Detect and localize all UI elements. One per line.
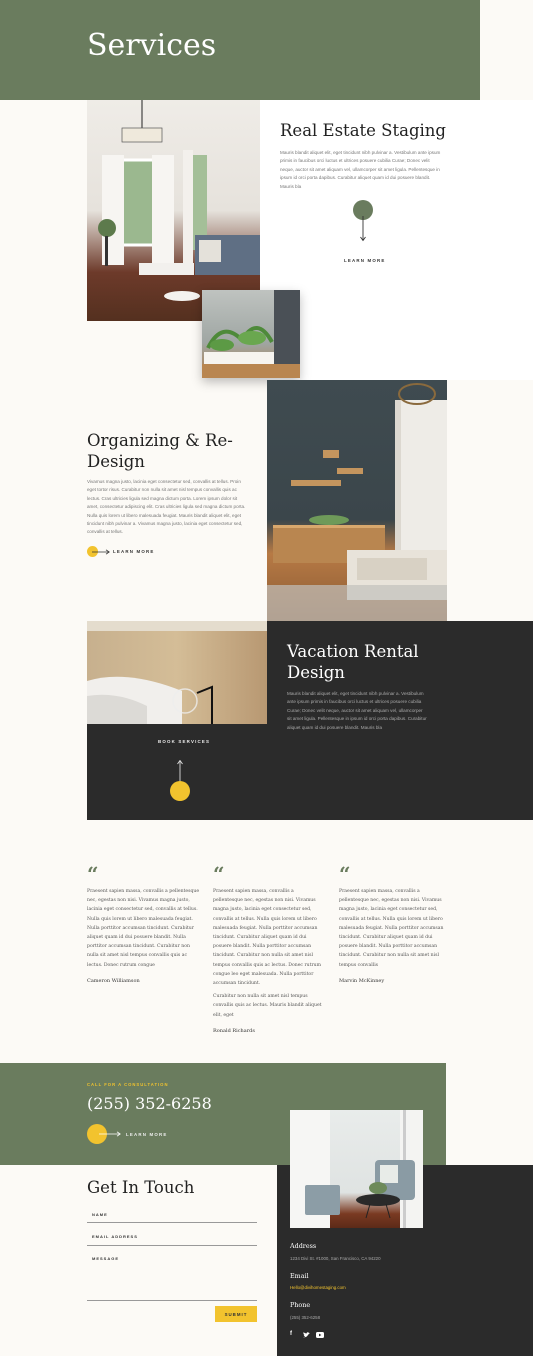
arrow-right-icon (99, 1131, 121, 1137)
testimonial-text: Praesent sapien massa, convallis a pelle… (339, 889, 444, 968)
address-value: 1234 Divi St. #1000, San Francisco, CA 9… (290, 1256, 381, 1261)
phone-value: (255) 352-6258 (290, 1315, 321, 1320)
testimonial-author: Ronald Richards (213, 1027, 255, 1034)
book-services-link[interactable]: BOOK SERVICES (158, 739, 210, 744)
plant-shelf-image (202, 290, 300, 378)
arrow-right-icon (92, 548, 110, 555)
consult-phone[interactable]: (255) 352-6258 (87, 1094, 212, 1113)
testimonial-1: “ Praesent sapien massa, convallis a pel… (87, 864, 202, 984)
service-2-text: Vivamus magna justo, lacinia eget consec… (87, 479, 246, 535)
youtube-icon[interactable] (316, 1332, 324, 1338)
email-label: EMAIL ADDRESS (92, 1234, 138, 1239)
testimonial-text-2: Curabitur non nulla sit amet nisl tempus… (213, 994, 322, 1018)
bedroom-image (267, 380, 447, 621)
email-heading: Email (290, 1272, 309, 1280)
service-3-arrow[interactable] (170, 760, 190, 802)
testimonial-3: “ Praesent sapien massa, convallis a pel… (339, 864, 451, 984)
service-1-panel (260, 100, 533, 380)
service-1-arrow[interactable] (353, 200, 373, 244)
service-2-title: Organizing & Re-Design (87, 431, 233, 471)
page-title: Services (87, 28, 217, 63)
service-2-arrow[interactable] (87, 546, 110, 558)
service-3-text: Mauris blandit aliquet elit, eget tincid… (287, 691, 427, 730)
consult-arrow[interactable] (87, 1124, 121, 1144)
contact-title: Get In Touch (87, 1178, 195, 1197)
social-links: f (290, 1331, 330, 1339)
quote-icon: “ (87, 862, 99, 886)
service-3-title: Vacation Rental Design (287, 642, 419, 682)
facebook-icon[interactable]: f (290, 1331, 292, 1337)
testimonial-author: Cameron Williamson (87, 977, 140, 984)
message-field[interactable] (87, 1300, 257, 1301)
chair-image (290, 1110, 423, 1228)
services-header: Services (0, 0, 480, 100)
service-1-text: Mauris blandit aliquet elit, eget tincid… (280, 150, 441, 189)
address-label: Address (290, 1242, 317, 1250)
arrow-down-icon (360, 216, 366, 242)
consult-learn-more[interactable]: LEARN MORE (126, 1132, 168, 1137)
living-room-image (87, 100, 260, 321)
twitter-icon[interactable] (303, 1332, 310, 1338)
testimonial-2: “ Praesent sapien massa, convallis a pel… (213, 864, 325, 1034)
headboard-image (87, 621, 267, 724)
phone-heading: Phone (290, 1301, 311, 1309)
quote-icon: “ (339, 862, 351, 886)
message-label: MESSAGE (92, 1256, 120, 1261)
testimonial-text: Praesent sapien massa, convallis a pelle… (87, 889, 200, 968)
name-field[interactable] (87, 1222, 257, 1223)
yellow-dot-icon (170, 781, 190, 801)
testimonial-author: Marvin McKinney (339, 977, 385, 984)
email-field[interactable] (87, 1245, 257, 1246)
testimonial-text: Praesent sapien massa, convallis a pelle… (213, 889, 321, 987)
email-link[interactable]: Hello@divihomestaging.com (290, 1285, 346, 1290)
service-2-learn-more[interactable]: LEARN MORE (113, 549, 155, 554)
service-1-title: Real Estate Staging (280, 121, 446, 140)
service-1-learn-more[interactable]: LEARN MORE (344, 258, 386, 263)
name-label: NAME (92, 1212, 108, 1217)
consult-eyebrow: CALL FOR A CONSULTATION (87, 1082, 169, 1087)
quote-icon: “ (213, 862, 225, 886)
submit-button[interactable]: SUBMIT (215, 1306, 257, 1322)
